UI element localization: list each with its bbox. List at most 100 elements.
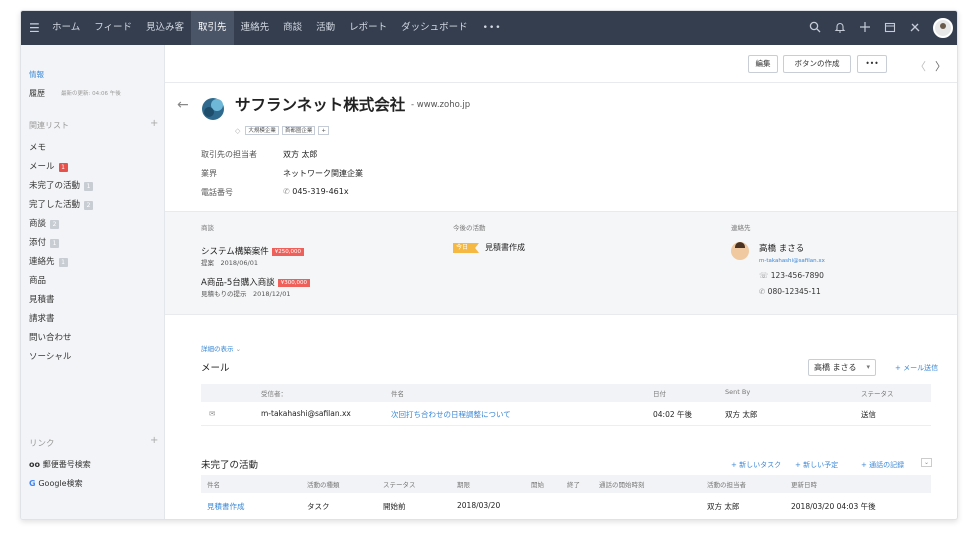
nav-activities[interactable]: 活動 <box>309 11 342 45</box>
phone-icon: ☏ <box>759 271 771 280</box>
contact-email[interactable]: m-takahashi@safilan.xx <box>759 258 825 264</box>
sidebar-item-label: 問い合わせ <box>29 333 72 343</box>
sidebar-history-link[interactable]: 履歴 <box>29 88 45 99</box>
mail-subject-link[interactable]: 次回打ち合わせの日程調整について <box>391 409 511 420</box>
column-header: 活動の担当者 <box>707 481 746 489</box>
count-badge: 2 <box>50 220 60 229</box>
deal-stage-date: 見積もりの提示 2018/12/01 <box>201 290 291 298</box>
app-window: ☰ ホーム フィード 見込み客 取引先 連絡先 商談 活動 レポート ダッシュボ… <box>20 10 958 520</box>
upcoming-activity[interactable]: 見積書作成 <box>485 242 525 253</box>
sidebar-item[interactable]: 未完了の活動 1 <box>29 177 94 196</box>
sidebar-info-link[interactable]: 情報 <box>29 69 44 80</box>
sidebar-item-label: メール <box>29 162 55 172</box>
nav-leads[interactable]: 見込み客 <box>139 11 191 45</box>
tag-icon: ◇ <box>235 126 241 135</box>
mail-status: 送信 <box>861 410 876 419</box>
column-header: 活動の種類 <box>307 481 340 489</box>
sidebar-item[interactable]: ソーシャル <box>29 348 93 367</box>
sidebar-item[interactable]: 添付 1 <box>29 234 93 253</box>
count-badge: 1 <box>84 182 94 191</box>
create-button-button[interactable]: ボタンの作成 <box>783 55 851 73</box>
nav-accounts[interactable]: 取引先 <box>191 11 234 45</box>
activity-status: 開始前 <box>383 502 406 511</box>
google-icon: G <box>29 479 39 488</box>
contact-mobile: ✆ 080-12345-11 <box>759 287 821 296</box>
column-header: 通話の開始時刻 <box>599 481 645 489</box>
account-name: サフランネット株式会社 <box>235 96 406 114</box>
sidebar-item[interactable]: メール 1 <box>29 158 93 177</box>
nav-deals[interactable]: 商談 <box>276 11 309 45</box>
deals-heading: 商談 <box>201 224 214 232</box>
open-activities-section: 未完了の活動 + 新しいタスク + 新しい予定 + 通話の記録 ⌄ 件名 活動の… <box>165 445 957 519</box>
column-header: ステータス <box>383 481 416 489</box>
link-google-search[interactable]: G Google検索 <box>29 478 83 489</box>
activity-due-date: 2018/03/20 <box>457 501 501 510</box>
column-header: 終了 <box>567 481 580 489</box>
log-call-button[interactable]: + 通話の記録 <box>861 460 904 470</box>
menu-icon[interactable]: ☰ <box>29 21 45 35</box>
new-task-button[interactable]: + 新しいタスク <box>731 460 781 470</box>
sidebar-item[interactable]: 連絡先 1 <box>29 253 93 272</box>
field-label-industry: 業界 <box>201 169 217 178</box>
open-activities-title: 未完了の活動 <box>201 460 259 471</box>
search-icon[interactable] <box>808 21 822 36</box>
activity-subject-link[interactable]: 見積書作成 <box>207 501 245 512</box>
deal-amount-badge: ¥250,000 <box>271 248 304 256</box>
sidebar-item[interactable]: 商談 2 <box>29 215 93 234</box>
nav-more-button[interactable]: ••• <box>475 23 510 33</box>
link-postal-search[interactable]: oo 郵便番号検索 <box>29 459 91 470</box>
settings-icon[interactable] <box>908 21 922 36</box>
nav-feed[interactable]: フィード <box>87 11 139 45</box>
mail-owner-select[interactable]: 高橋 まさる ▾ <box>808 359 876 376</box>
mail-section-title: メール <box>201 363 230 374</box>
sidebar-item[interactable]: 見積書 <box>29 291 93 310</box>
sidebar-item[interactable]: 問い合わせ <box>29 329 93 348</box>
new-event-button[interactable]: + 新しい予定 <box>795 460 838 470</box>
field-label-phone: 電話番号 <box>201 188 233 197</box>
account-website[interactable]: - www.zoho.jp <box>411 100 470 110</box>
tag-chip[interactable]: 首都圏企業 <box>281 126 316 135</box>
bell-icon[interactable] <box>833 21 847 36</box>
sidebar-item-label: ソーシャル <box>29 352 72 362</box>
count-badge: 1 <box>50 239 60 248</box>
field-value-phone[interactable]: ✆ 045-319-461x <box>283 187 349 196</box>
send-mail-button[interactable]: + メール送信 <box>895 363 938 373</box>
add-link-icon[interactable]: + <box>150 435 158 446</box>
add-tag-button[interactable]: + <box>318 126 330 135</box>
top-navigation-bar: ☰ ホーム フィード 見込み客 取引先 連絡先 商談 活動 レポート ダッシュボ… <box>21 11 957 45</box>
sidebar-item-label: 商談 <box>29 219 47 229</box>
deal-name[interactable]: A商品-5台購入商談 ¥300,000 <box>201 276 311 288</box>
next-record-icon[interactable]: 〉 <box>935 58 946 74</box>
back-arrow-icon[interactable]: ← <box>177 97 189 113</box>
column-header: 期限 <box>457 481 470 489</box>
plus-icon[interactable] <box>858 21 872 36</box>
nav-reports[interactable]: レポート <box>342 11 394 45</box>
mail-sent-by: 双方 太郎 <box>725 410 758 419</box>
show-details-link[interactable]: 詳細の表示 ⌄ <box>201 343 241 353</box>
contact-name[interactable]: 高橋 まさる <box>759 242 804 254</box>
sidebar-item-label: 完了した活動 <box>29 200 81 210</box>
nav-contacts[interactable]: 連絡先 <box>234 11 277 45</box>
column-header: 件名 <box>391 390 404 398</box>
add-related-list-icon[interactable]: + <box>150 118 158 129</box>
nav-home[interactable]: ホーム <box>45 11 87 45</box>
user-avatar[interactable] <box>933 18 953 38</box>
chevron-down-icon[interactable]: ⌄ <box>921 458 933 467</box>
previous-record-icon[interactable]: 〈 <box>915 58 926 74</box>
mail-recipient: m-takahashi@safilan.xx <box>261 409 351 418</box>
mail-section: 詳細の表示 ⌄ メール 高橋 まさる ▾ + メール送信 受信者： 件名 日付 S… <box>165 315 957 426</box>
edit-button[interactable]: 編集 <box>748 55 778 73</box>
deal-name[interactable]: システム構築案件 ¥250,000 <box>201 245 304 257</box>
nav-dashboards[interactable]: ダッシュボード <box>394 11 475 45</box>
more-actions-button[interactable]: ••• <box>857 55 887 73</box>
sidebar-item[interactable]: メモ <box>29 139 93 158</box>
sidebar-item[interactable]: 完了した活動 2 <box>29 196 94 215</box>
sidebar-item-label: 未完了の活動 <box>29 181 81 191</box>
calendar-icon[interactable] <box>883 21 897 36</box>
chevron-down-icon: ⌄ <box>235 345 242 353</box>
tag-chip[interactable]: 大規模企業 <box>245 126 279 135</box>
sent-mail-icon: ✉ <box>209 409 216 418</box>
column-header: 開始 <box>531 481 544 489</box>
sidebar-item[interactable]: 請求書 <box>29 310 93 329</box>
sidebar-item[interactable]: 商品 <box>29 272 93 291</box>
